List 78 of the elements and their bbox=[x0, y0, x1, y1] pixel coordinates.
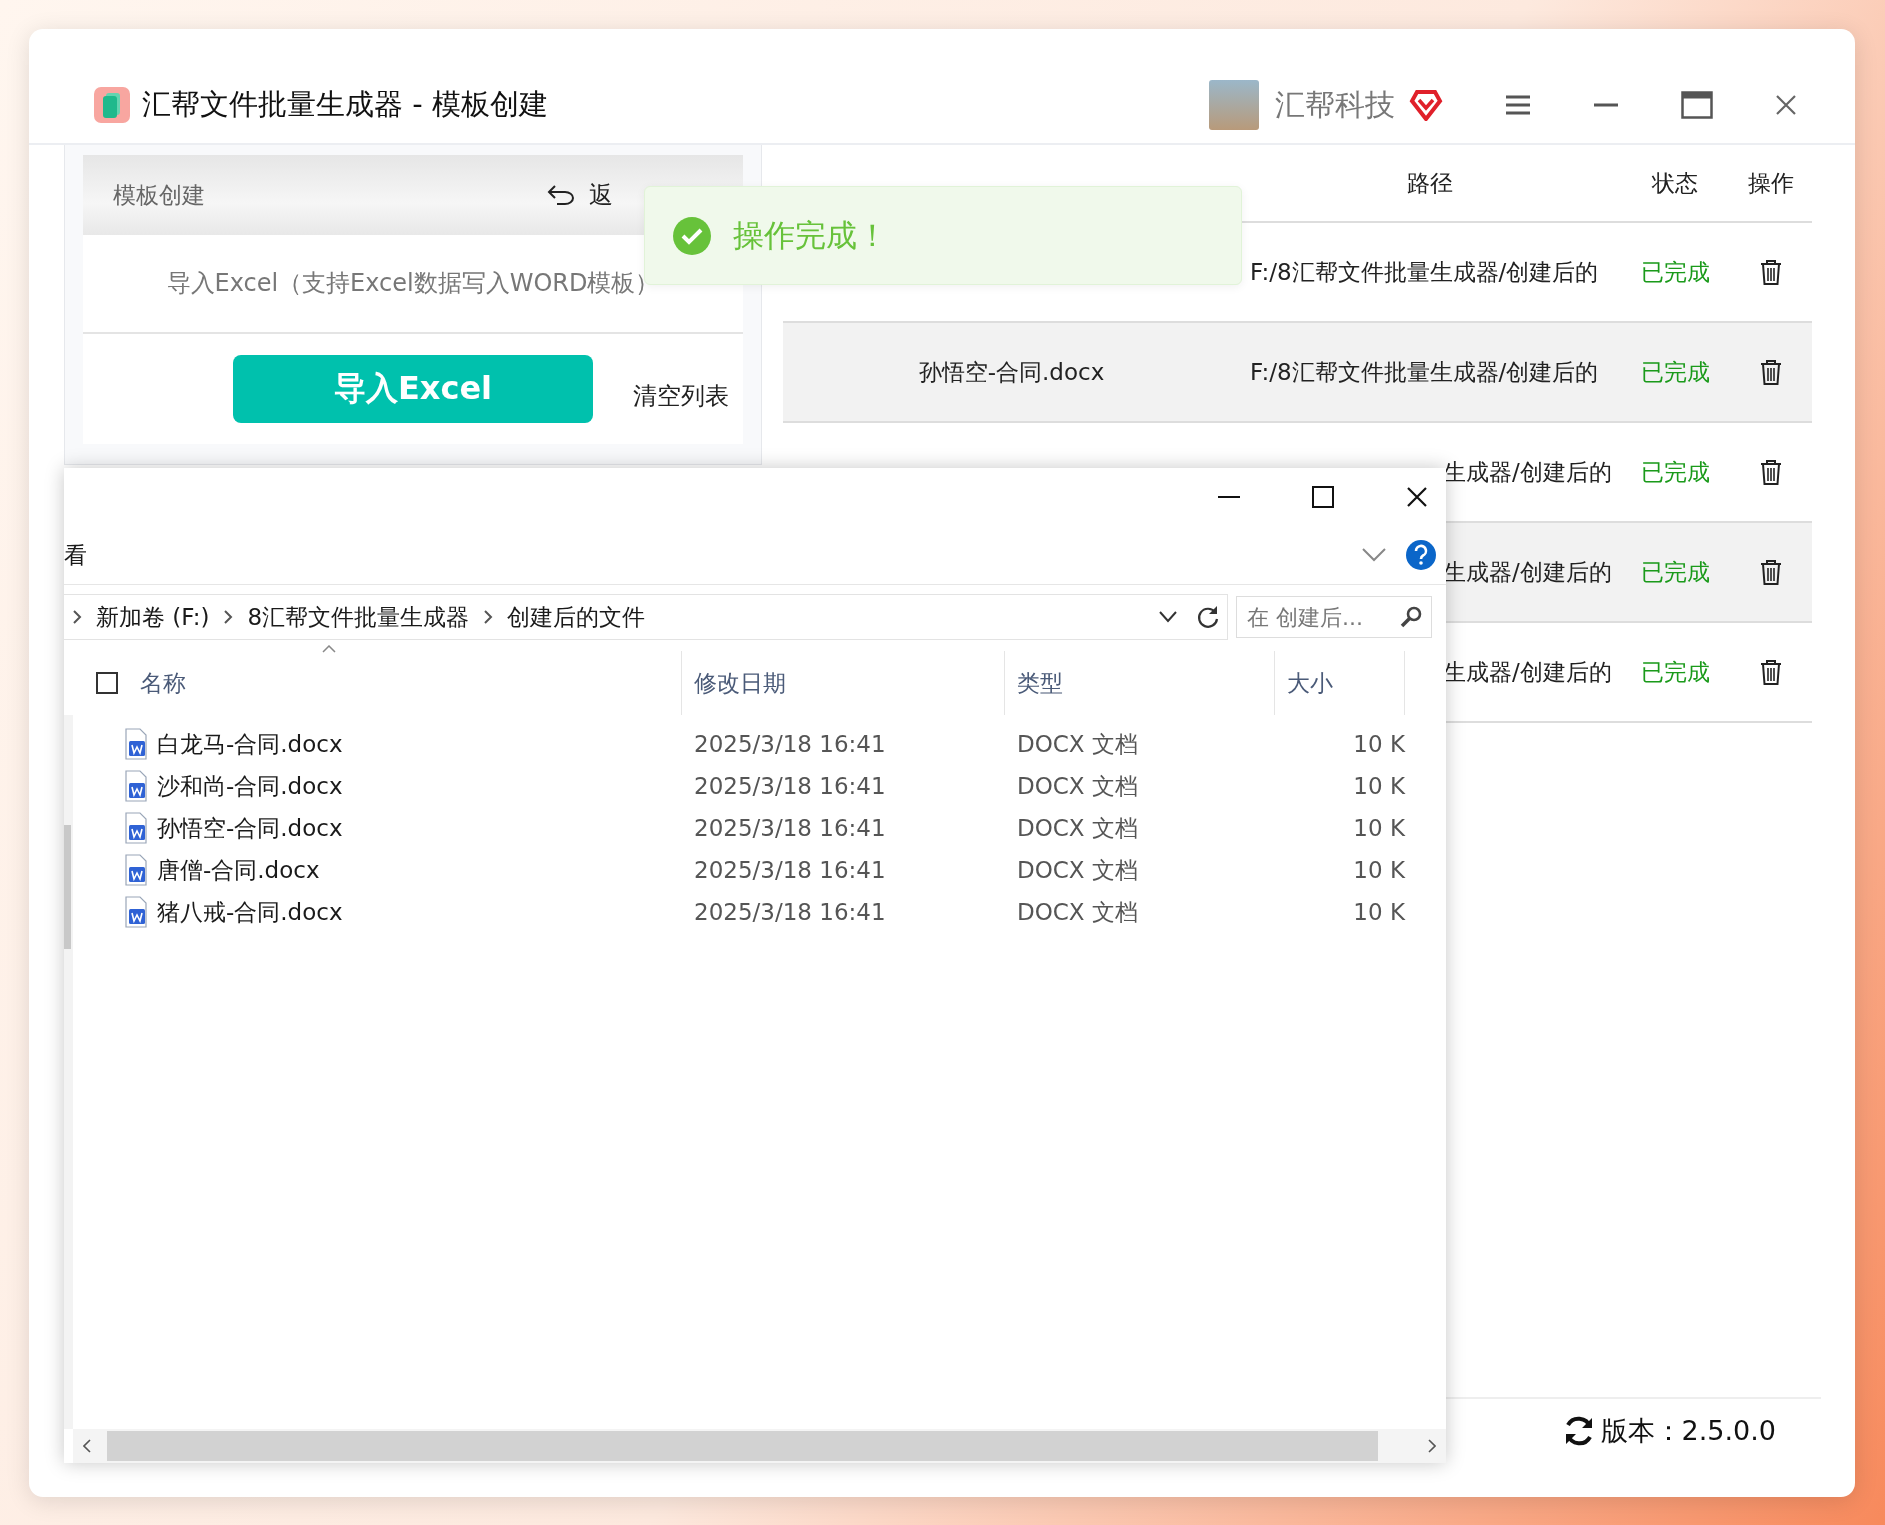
column-header[interactable]: 修改日期 bbox=[694, 667, 786, 699]
diamond-heart-icon bbox=[1409, 89, 1443, 121]
horizontal-scrollbar[interactable] bbox=[73, 1429, 1446, 1463]
status-cell-text: 已完成 bbox=[1639, 657, 1711, 687]
file-type: DOCX 文档 bbox=[1016, 771, 1139, 801]
column-header[interactable]: 名称 bbox=[140, 667, 186, 699]
modified-date: 2025/3/18 16:41 bbox=[693, 773, 887, 799]
file-size: 10 K bbox=[1352, 899, 1405, 925]
window-title: 汇帮文件批量生成器 - 模板创建 bbox=[142, 86, 548, 123]
breadcrumb-item[interactable]: 8汇帮文件批量生成器 bbox=[247, 601, 470, 633]
chevron-right-icon bbox=[223, 609, 234, 625]
chevron-right-icon bbox=[483, 609, 494, 625]
modified-date: 2025/3/18 16:41 bbox=[693, 815, 887, 841]
maximize-icon[interactable] bbox=[1681, 91, 1713, 119]
column-header[interactable]: 大小 bbox=[1287, 667, 1333, 699]
clear-list-button[interactable]: 清空列表 bbox=[633, 380, 729, 412]
check-circle-icon bbox=[673, 216, 711, 255]
app-logo-icon bbox=[94, 87, 130, 123]
account-name: 汇帮科技 bbox=[1275, 85, 1395, 124]
select-all-checkbox[interactable] bbox=[96, 672, 118, 694]
word-document-icon bbox=[123, 728, 149, 760]
ribbon-tab[interactable]: 看 bbox=[64, 539, 87, 571]
chevron-right-icon bbox=[72, 609, 82, 625]
undo-icon bbox=[547, 184, 575, 206]
modified-date: 2025/3/18 16:41 bbox=[693, 857, 887, 883]
back-button[interactable]: 返 bbox=[547, 179, 613, 211]
status-cell-text: 已完成 bbox=[1639, 557, 1711, 587]
minimize-icon[interactable] bbox=[1218, 495, 1240, 499]
file-name[interactable]: 猪八戒-合同.docx bbox=[157, 896, 343, 928]
chevron-down-icon[interactable] bbox=[1159, 611, 1177, 623]
status-cell-text: 已完成 bbox=[1639, 457, 1711, 487]
close-icon[interactable] bbox=[1406, 486, 1428, 508]
scroll-right-icon[interactable] bbox=[1428, 1439, 1436, 1453]
search-field[interactable]: 在 创建后... bbox=[1236, 596, 1432, 638]
panel-title: 模板创建 bbox=[113, 180, 206, 210]
file-name[interactable]: 沙和尚-合同.docx bbox=[157, 770, 343, 802]
file-name[interactable]: 白龙马-合同.docx bbox=[157, 728, 343, 760]
file-name-cell-text: 孙悟空-合同.docx bbox=[917, 357, 1106, 387]
file-name[interactable]: 孙悟空-合同.docx bbox=[157, 812, 343, 844]
refresh-icon[interactable] bbox=[1197, 605, 1219, 629]
column-header: 操作 bbox=[1747, 168, 1795, 198]
file-size: 10 K bbox=[1352, 857, 1405, 883]
file-size: 10 K bbox=[1352, 815, 1405, 841]
breadcrumb-item[interactable]: 创建后的文件 bbox=[507, 601, 646, 633]
address-bar[interactable]: 新加卷 (F:) 8汇帮文件批量生成器 创建后的文件 bbox=[64, 594, 1228, 640]
file-name[interactable]: 唐僧-合同.docx bbox=[157, 854, 320, 886]
sort-caret-icon[interactable] bbox=[322, 645, 336, 653]
file-type: DOCX 文档 bbox=[1016, 813, 1139, 843]
help-icon[interactable] bbox=[1406, 540, 1436, 570]
column-header: 路径 bbox=[1406, 168, 1454, 198]
search-icon[interactable] bbox=[1400, 606, 1422, 628]
scroll-left-icon[interactable] bbox=[83, 1439, 91, 1453]
word-document-icon bbox=[123, 812, 149, 844]
avatar-placeholder bbox=[1209, 80, 1259, 130]
path-cell: F:/8汇帮文件批量生成器/创建后的 bbox=[1250, 258, 1599, 285]
file-type: DOCX 文档 bbox=[1016, 729, 1139, 759]
scrollbar-thumb[interactable] bbox=[107, 1431, 1378, 1461]
path-cell: F:/8汇帮文件批量生成器/创建后的 bbox=[1250, 358, 1599, 385]
scrollbar-thumb[interactable] bbox=[64, 825, 71, 949]
word-document-icon bbox=[123, 896, 149, 928]
file-size: 10 K bbox=[1352, 773, 1405, 799]
modified-date: 2025/3/18 16:41 bbox=[693, 731, 887, 757]
file-size: 10 K bbox=[1352, 731, 1405, 757]
file-type: DOCX 文档 bbox=[1016, 897, 1139, 927]
column-header[interactable]: 类型 bbox=[1017, 667, 1063, 699]
menu-icon[interactable] bbox=[1505, 95, 1531, 115]
version-label: 版本：2.5.0.0 bbox=[1600, 1414, 1776, 1448]
breadcrumb-item[interactable]: 新加卷 (F:) bbox=[96, 601, 210, 633]
status-cell-text: 已完成 bbox=[1639, 257, 1711, 287]
modified-date: 2025/3/18 16:41 bbox=[693, 899, 887, 925]
word-document-icon bbox=[123, 770, 149, 802]
column-header: 状态 bbox=[1651, 168, 1699, 198]
minimize-icon[interactable] bbox=[1593, 102, 1619, 108]
maximize-icon[interactable] bbox=[1312, 486, 1334, 508]
status-cell-text: 已完成 bbox=[1639, 357, 1711, 387]
vertical-scrollbar[interactable] bbox=[64, 715, 73, 1429]
file-type: DOCX 文档 bbox=[1016, 855, 1139, 885]
word-document-icon bbox=[123, 854, 149, 886]
